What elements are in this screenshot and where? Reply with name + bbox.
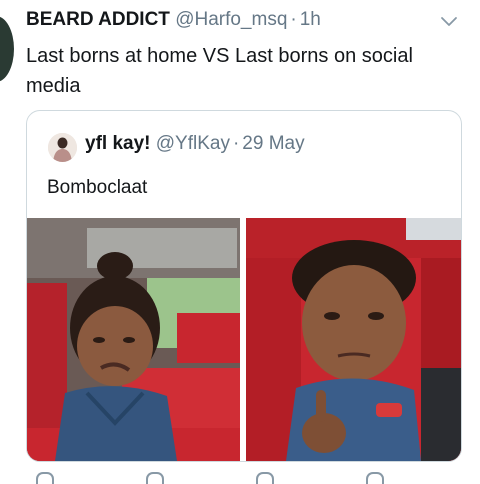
tweet-text: Last borns at home VS Last borns on soci… bbox=[26, 45, 413, 97]
quoted-separator-dot: · bbox=[232, 133, 240, 154]
retweet-icon[interactable] bbox=[146, 472, 164, 484]
separator-dot: · bbox=[290, 9, 297, 30]
like-icon[interactable] bbox=[256, 472, 274, 484]
quoted-tweet-card[interactable]: yfl kay! @YflKay · 29 May Bomboclaat bbox=[26, 110, 462, 462]
tweet-timestamp[interactable]: 1h bbox=[300, 9, 321, 30]
reply-icon[interactable] bbox=[36, 472, 54, 484]
crying-toddler-photo[interactable] bbox=[27, 218, 240, 461]
quoted-tweet-date[interactable]: 29 May bbox=[242, 133, 304, 154]
quoted-author-name[interactable]: yfl kay! bbox=[85, 133, 150, 154]
author-handle[interactable]: @Harfo_msq bbox=[175, 9, 287, 30]
quoted-author-avatar[interactable] bbox=[48, 133, 77, 162]
tweet-actions bbox=[26, 470, 466, 484]
share-icon[interactable] bbox=[366, 472, 384, 484]
author-avatar[interactable] bbox=[0, 16, 14, 82]
chevron-down-icon[interactable] bbox=[438, 12, 460, 30]
author-name[interactable]: BEARD ADDICT bbox=[26, 9, 170, 30]
quoted-tweet-text: Bomboclaat bbox=[47, 177, 148, 198]
tweet-header: BEARD ADDICT @Harfo_msq · 1h bbox=[26, 9, 321, 31]
quoted-author-handle[interactable]: @YflKay bbox=[156, 133, 230, 154]
unimpressed-toddler-photo[interactable] bbox=[246, 218, 461, 461]
quoted-tweet-header: yfl kay! @YflKay · 29 May bbox=[85, 133, 305, 155]
